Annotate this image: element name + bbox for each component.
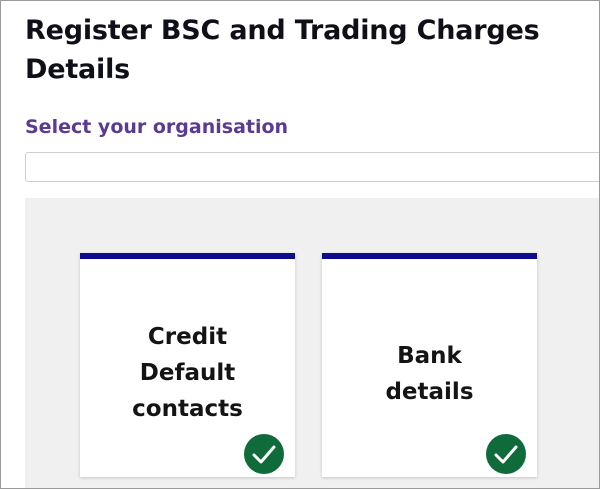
tiles-panel: Credit Default contacts Bank details <box>25 198 599 488</box>
check-circle-icon <box>486 434 526 474</box>
tile-label: Credit Default contacts <box>132 324 243 422</box>
tile-label: Bank details <box>385 343 474 405</box>
organisation-label: Select your organisation <box>25 116 289 138</box>
organisation-select-input[interactable] <box>25 152 599 182</box>
tile-credit-default-contacts[interactable]: Credit Default contacts <box>80 253 295 477</box>
page-title: Register BSC and Trading Charges Details <box>25 15 540 85</box>
tile-bank-details[interactable]: Bank details <box>322 253 537 477</box>
page-frame: Register BSC and Trading Charges Details… <box>0 0 600 489</box>
check-circle-icon <box>244 434 284 474</box>
